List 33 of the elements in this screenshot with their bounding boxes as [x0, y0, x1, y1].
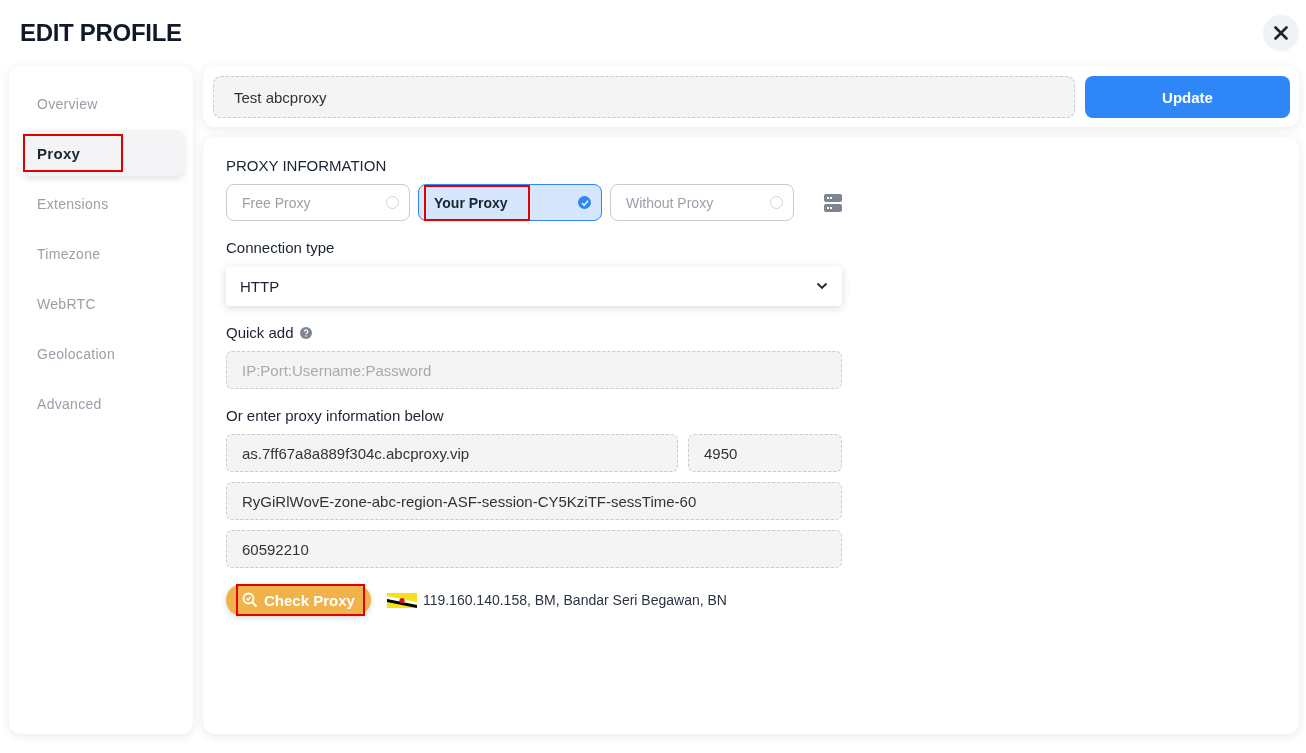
password-field[interactable]: 60592210: [226, 530, 842, 568]
sidebar-tab[interactable]: Proxy: [23, 130, 184, 176]
check-proxy-button[interactable]: Check Proxy: [226, 584, 371, 616]
proxy-option[interactable]: Your Proxy: [418, 184, 602, 221]
page-title: EDIT PROFILE: [20, 19, 182, 47]
check-icon: [580, 198, 589, 207]
username-field[interactable]: RyGiRlWovE-zone-abc-region-ASF-session-CY5KziTF-sessTime-60: [226, 482, 842, 520]
field-label: Or enter proxy information below: [226, 407, 444, 424]
proxy-option[interactable]: Without Proxy: [610, 184, 794, 221]
sidebar-tab[interactable]: Timezone: [23, 230, 184, 276]
server-icon[interactable]: [824, 193, 842, 212]
profile-name-field[interactable]: Test abcproxy: [213, 76, 1075, 118]
search-icon: [242, 592, 258, 608]
field-label: Quick add: [226, 324, 294, 341]
field-label: Connection type: [226, 239, 335, 256]
section-heading: PROXY INFORMATION: [226, 157, 388, 174]
flag-icon: [386, 592, 417, 608]
connection-type-dropdown[interactable]: HTTP: [226, 266, 842, 306]
update-button[interactable]: Update: [1085, 76, 1290, 118]
sidebar-tab[interactable]: Advanced: [23, 380, 184, 426]
host-field[interactable]: as.7ff67a8a889f304c.abcproxy.vip: [226, 434, 678, 472]
port-field[interactable]: 4950: [688, 434, 842, 472]
sidebar-tab[interactable]: WebRTC: [23, 280, 184, 326]
close-icon: [1274, 26, 1288, 40]
help-icon[interactable]: [299, 326, 312, 339]
close-button[interactable]: [1263, 15, 1299, 51]
sidebar-tab[interactable]: Overview: [23, 80, 184, 126]
chevron-down-icon: [816, 282, 828, 290]
sidebar-tab[interactable]: Extensions: [23, 180, 184, 226]
quick-add-field[interactable]: IP:Port:Username:Password: [226, 351, 842, 389]
sidebar-tab[interactable]: Geolocation: [23, 330, 184, 376]
proxy-location-text: 119.160.140.158, BM, Bandar Seri Begawan, BN: [422, 592, 727, 608]
proxy-option[interactable]: Free Proxy: [226, 184, 410, 221]
